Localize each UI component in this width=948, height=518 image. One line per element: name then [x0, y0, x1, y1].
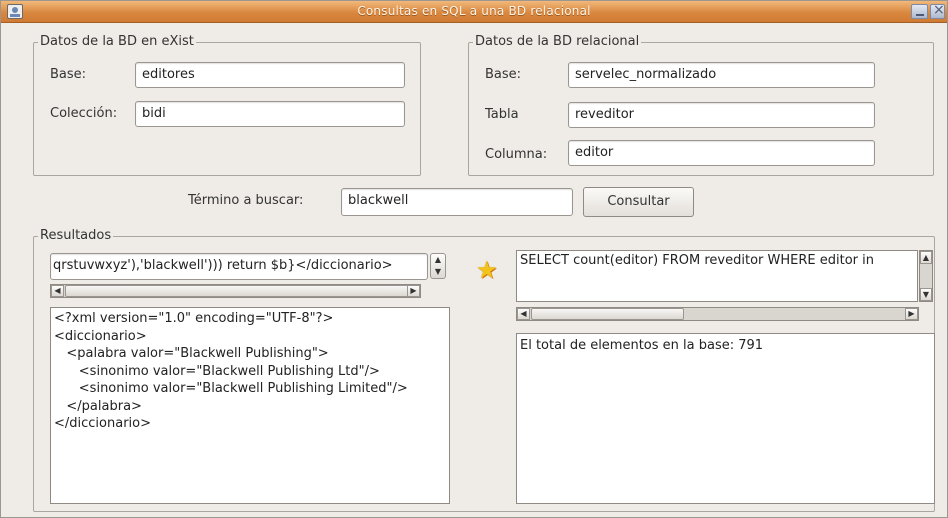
xml-line: <sinonimo valor="Blackwell Publishing Lt…: [54, 363, 380, 379]
exist-coleccion-label: Colección:: [50, 106, 118, 121]
relational-tabla-input[interactable]: reveditor: [568, 102, 875, 128]
relational-tabla-label: Tabla: [485, 107, 519, 122]
xml-line: </diccionario>: [54, 416, 152, 431]
scroll-up-icon[interactable]: ▲: [920, 251, 932, 264]
chevron-right-icon[interactable]: ▶: [407, 285, 420, 297]
total-text: El total de elementos en la base: 791: [520, 338, 764, 353]
chevron-up-icon[interactable]: ▲: [431, 254, 445, 266]
sql-query-area[interactable]: SELECT count(editor) FROM reveditor WHER…: [516, 250, 918, 302]
results-legend: Resultados: [38, 228, 114, 243]
title-bar[interactable]: Consultas en SQL a una BD relacional: [1, 1, 947, 23]
scroll-down-icon[interactable]: ▼: [920, 288, 932, 301]
xquery-spinner[interactable]: ▲ ▼: [430, 253, 446, 279]
sql-hscrollbar[interactable]: ◀ ▶: [516, 307, 919, 321]
xml-line: <diccionario>: [54, 328, 147, 344]
xquery-hscroll-thumb[interactable]: [65, 285, 414, 297]
sql-hscroll-thumb[interactable]: [531, 308, 684, 320]
exist-coleccion-input[interactable]: bidi: [135, 101, 405, 127]
xquery-input[interactable]: qrstuvwxyz'),'blackwell'))) return $b}</…: [50, 253, 428, 280]
xml-line: </palabra>: [54, 398, 142, 414]
relational-base-input[interactable]: servelec_normalizado: [568, 62, 875, 88]
main-window: Consultas en SQL a una BD relacional Dat…: [0, 0, 948, 518]
xml-line: <sinonimo valor="Blackwell Publishing Li…: [54, 381, 408, 396]
relational-base-label: Base:: [485, 67, 522, 82]
relational-db-legend: Datos de la BD relacional: [473, 34, 642, 49]
search-term-input[interactable]: blackwell: [341, 188, 573, 216]
minimize-icon[interactable]: [911, 4, 928, 19]
chevron-left-icon[interactable]: ◀: [51, 285, 64, 297]
sql-query-text: SELECT count(editor) FROM reveditor WHER…: [520, 253, 874, 268]
star-icon[interactable]: ★: [476, 258, 500, 282]
xml-line: <palabra valor="Blackwell Publishing">: [54, 346, 329, 361]
xml-line: <?xml version="1.0" encoding="UTF-8"?>: [54, 311, 334, 326]
xquery-hscrollbar[interactable]: ◀ ▶: [50, 284, 421, 298]
close-icon[interactable]: [930, 2, 945, 19]
exist-base-input[interactable]: editores: [135, 62, 405, 88]
exist-db-legend: Datos de la BD en eXist: [38, 34, 196, 49]
search-term-label: Término a buscar:: [188, 193, 304, 208]
xml-output-area[interactable]: <?xml version="1.0" encoding="UTF-8"?> <…: [50, 307, 450, 504]
relational-columna-input[interactable]: editor: [568, 140, 875, 166]
chevron-left-icon[interactable]: ◀: [517, 308, 530, 320]
exist-base-label: Base:: [50, 67, 87, 82]
consultar-button[interactable]: Consultar: [583, 187, 694, 217]
chevron-right-icon[interactable]: ▶: [905, 308, 918, 320]
sql-vscrollbar[interactable]: ▲ ▼: [919, 250, 933, 302]
relational-columna-label: Columna:: [485, 147, 548, 162]
chevron-down-icon[interactable]: ▼: [431, 266, 445, 278]
total-output-area[interactable]: El total de elementos en la base: 791: [516, 333, 935, 504]
window-title: Consultas en SQL a una BD relacional: [357, 4, 591, 18]
